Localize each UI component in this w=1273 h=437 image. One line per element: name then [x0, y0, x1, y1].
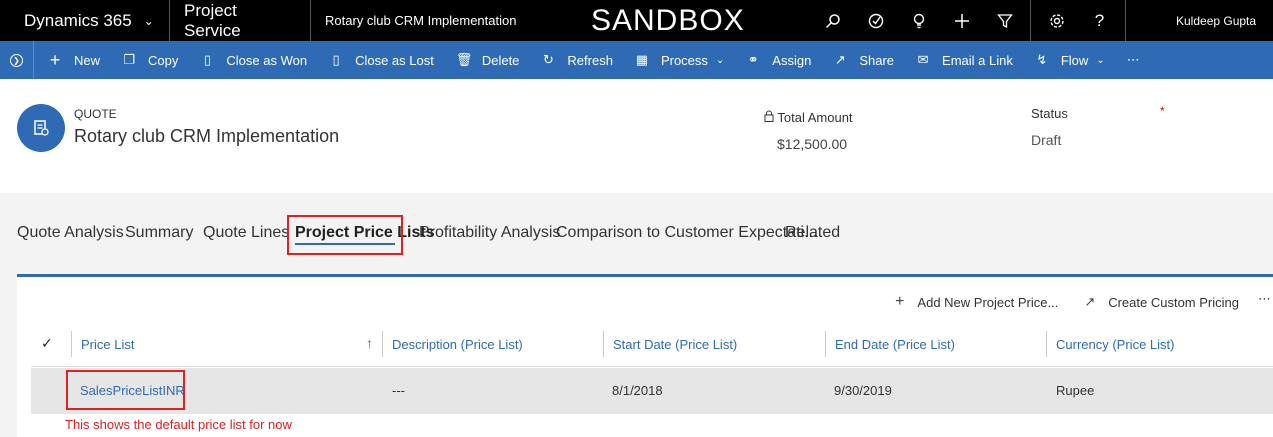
delete-icon: 🗑 [455, 52, 473, 67]
environment-label: SANDBOX [591, 3, 745, 37]
search-icon[interactable] [811, 0, 854, 41]
refresh-button[interactable]: ↻ Refresh [530, 41, 624, 79]
chevron-down-icon: ⌄ [715, 54, 725, 66]
status-label: Status [1031, 106, 1068, 121]
status-value[interactable]: Draft [1031, 132, 1061, 148]
plus-icon: + [895, 293, 905, 310]
entity-type-label: QUOTE [74, 107, 117, 121]
flow-button[interactable]: ↯ Flow ⌄ [1024, 41, 1116, 79]
currency-cell: Rupee [1056, 383, 1095, 398]
user-name[interactable]: Kuldeep Gupta [1130, 14, 1256, 28]
record-title: Rotary club CRM Implementation [74, 126, 340, 146]
refresh-icon: ↻ [542, 52, 554, 67]
copy-icon: ❐ [123, 52, 135, 67]
more-commands-button[interactable]: ⋯ [1116, 41, 1151, 79]
column-start-date[interactable]: Start Date (Price List) [603, 331, 823, 357]
tab-quote-lines[interactable]: Quote Lines [203, 224, 289, 242]
column-currency[interactable]: Currency (Price List) [1046, 331, 1266, 357]
assign-icon: ⚭ [747, 52, 759, 67]
lightbulb-icon[interactable] [897, 0, 940, 41]
new-button[interactable]: + New [34, 41, 111, 79]
create-custom-pricing-button[interactable]: ↗ Create Custom Pricing [1084, 293, 1239, 311]
tab-related[interactable]: Related [785, 224, 840, 242]
start-date-cell: 8/1/2018 [612, 383, 663, 398]
more-options-button[interactable]: ⋯ [1258, 291, 1271, 307]
tab-profitability-analysis[interactable]: Profitability Analysis [419, 224, 560, 242]
sort-ascending-icon[interactable]: ↑ [366, 335, 373, 351]
column-price-list[interactable]: Price List [71, 331, 381, 357]
column-end-date[interactable]: End Date (Price List) [825, 331, 1045, 357]
assign-button[interactable]: ⚭ Assign [735, 41, 822, 79]
close-lost-icon: ▯ [332, 52, 340, 67]
highlight-box-price-list [66, 370, 185, 410]
process-button[interactable]: ▦ Process ⌄ [624, 41, 735, 79]
email-icon: ✉ [917, 52, 929, 67]
gear-icon[interactable] [1035, 0, 1078, 41]
filter-icon[interactable] [983, 0, 1026, 41]
required-marker: * [1160, 104, 1165, 118]
plus-icon[interactable] [940, 0, 983, 41]
chevron-down-icon: ⌄ [1096, 54, 1105, 66]
process-icon: ▦ [635, 52, 649, 67]
record-breadcrumb: Rotary club CRM Implementation [325, 13, 517, 28]
chevron-right-icon: ❯ [10, 53, 23, 67]
close-as-lost-button[interactable]: ▯ Close as Lost [318, 41, 445, 79]
top-nav-bar: Dynamics 365 ⌄ Project Service Rotary cl… [0, 0, 1273, 41]
add-price-list-button[interactable]: + Add New Project Price... [895, 293, 1058, 311]
table-row[interactable]: SalesPriceListINR --- 8/1/2018 9/30/2019… [31, 368, 1273, 414]
column-description[interactable]: Description (Price List) [382, 331, 602, 357]
tab-summary[interactable]: Summary [125, 224, 193, 242]
total-amount-label: Total Amount [764, 110, 853, 125]
expand-nav-button[interactable]: ❯ [0, 41, 34, 79]
annotation-note: This shows the default price list for no… [65, 417, 292, 432]
custom-pricing-icon: ↗ [1084, 294, 1096, 309]
close-won-icon: ▯ [203, 52, 211, 67]
grid-header: ✓ Price List ↑ Description (Price List) … [31, 321, 1273, 367]
app-name: Dynamics 365 [24, 10, 132, 30]
lock-icon [764, 110, 777, 125]
description-cell: --- [392, 383, 405, 398]
help-icon[interactable]: ? [1078, 0, 1121, 41]
end-date-cell: 9/30/2019 [834, 383, 892, 398]
price-list-subgrid: + Add New Project Price... ↗ Create Cust… [17, 274, 1273, 437]
command-bar: ❯ + New ❐ Copy ▯ Close as Won ▯ Close as… [0, 41, 1273, 79]
select-all-checkmark-icon[interactable]: ✓ [41, 335, 53, 352]
share-icon: ↗ [834, 52, 846, 67]
close-as-won-button[interactable]: ▯ Close as Won [189, 41, 318, 79]
tab-quote-analysis[interactable]: Quote Analysis [17, 224, 124, 242]
copy-button[interactable]: ❐ Copy [111, 41, 189, 79]
task-icon[interactable] [854, 0, 897, 41]
plus-icon: + [49, 49, 61, 70]
total-amount-value: $12,500.00 [777, 136, 848, 152]
module-name[interactable]: Project Service [170, 0, 311, 41]
app-switcher[interactable]: Dynamics 365 ⌄ [0, 0, 170, 41]
chevron-down-icon: ⌄ [143, 13, 154, 28]
quote-entity-icon [17, 104, 65, 152]
share-button[interactable]: ↗ Share [822, 41, 905, 79]
highlight-box-tab [287, 215, 403, 255]
delete-button[interactable]: 🗑 Delete [445, 41, 531, 79]
tab-comparison-customer-expectations[interactable]: Comparison to Customer Expectati... [556, 224, 817, 242]
email-link-button[interactable]: ✉ Email a Link [905, 41, 1024, 79]
flow-icon: ↯ [1036, 52, 1048, 67]
